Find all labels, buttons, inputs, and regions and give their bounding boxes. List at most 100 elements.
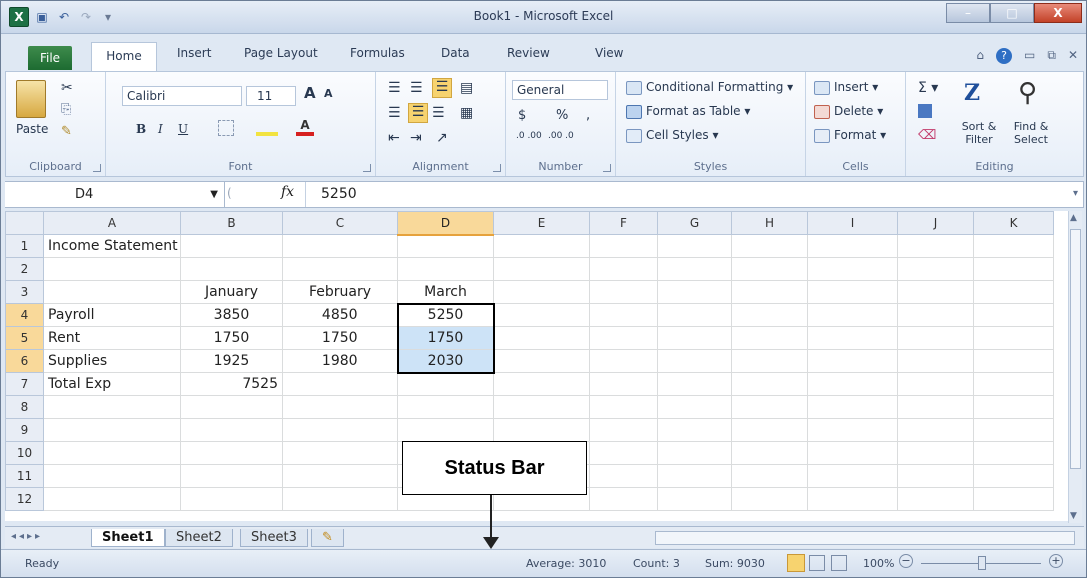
shrink-font-button[interactable]: A (324, 87, 333, 100)
number-launcher-icon[interactable] (603, 164, 611, 172)
cell[interactable] (807, 441, 898, 465)
cell[interactable] (589, 395, 658, 419)
maximize-button[interactable]: □ (990, 3, 1034, 23)
cell[interactable]: Supplies (43, 349, 181, 373)
cell[interactable] (731, 234, 808, 258)
cell[interactable] (589, 418, 658, 442)
decrease-decimal-button[interactable]: .00 .0 (548, 132, 578, 141)
cell[interactable] (493, 280, 590, 304)
row-header[interactable]: 6 (5, 349, 44, 373)
row-header[interactable]: 10 (5, 441, 44, 465)
cell[interactable] (282, 372, 398, 396)
cell[interactable] (493, 349, 590, 373)
align-left-icon[interactable]: ☰ (388, 105, 401, 121)
copy-icon[interactable]: ⎘ (61, 102, 71, 117)
cell[interactable] (731, 418, 808, 442)
cell[interactable] (282, 441, 398, 465)
cell[interactable] (43, 257, 181, 281)
cell[interactable]: 3850 (180, 303, 283, 327)
zoom-in-icon[interactable]: + (1049, 554, 1063, 568)
format-cells-button[interactable]: Format ▾ (814, 128, 886, 143)
horizontal-scrollbar[interactable] (655, 531, 1075, 545)
cell[interactable] (897, 464, 974, 488)
name-box-dropdown-icon[interactable]: ▼ (210, 189, 218, 200)
sheet-nav-icon[interactable]: ◂◂▸▸ (11, 531, 43, 542)
cell[interactable] (731, 395, 808, 419)
font-name-select[interactable]: Calibri (122, 86, 242, 106)
sort-filter-icon[interactable]: Z (964, 80, 984, 112)
paste-icon[interactable] (16, 80, 46, 118)
delete-cells-button[interactable]: Delete ▾ (814, 104, 883, 119)
cell[interactable] (807, 280, 898, 304)
page-layout-view-icon[interactable] (809, 555, 825, 571)
cell[interactable]: 1750 (396, 326, 495, 350)
cell[interactable] (180, 441, 283, 465)
cell[interactable] (731, 280, 808, 304)
minimize-ribbon-icon[interactable]: ⌂ (976, 48, 984, 64)
fill-color-icon[interactable] (256, 118, 278, 136)
sort-filter-button[interactable]: Sort & Filter (958, 120, 1000, 146)
italic-button[interactable]: I (158, 122, 163, 136)
row-header[interactable]: 12 (5, 487, 44, 511)
cell[interactable] (897, 234, 974, 258)
formula-input[interactable]: 5250 (321, 186, 357, 202)
cell[interactable] (493, 257, 590, 281)
cell[interactable] (589, 464, 658, 488)
tab-file[interactable]: File (28, 46, 72, 70)
paste-button[interactable]: Paste (16, 122, 48, 136)
cell[interactable] (180, 418, 283, 442)
cell[interactable] (589, 487, 658, 511)
cell[interactable] (589, 303, 658, 327)
underline-button[interactable]: U (178, 122, 188, 136)
font-size-select[interactable]: 11 (246, 86, 296, 106)
column-header-j[interactable]: J (897, 211, 974, 235)
cell[interactable] (897, 280, 974, 304)
cell[interactable] (807, 349, 898, 373)
cell[interactable] (657, 349, 732, 373)
column-header-g[interactable]: G (657, 211, 732, 235)
comma-button[interactable]: , (586, 108, 590, 123)
percent-button[interactable]: % (556, 108, 568, 123)
cell[interactable] (973, 395, 1054, 419)
cell[interactable] (657, 326, 732, 350)
workbook-close-icon[interactable]: ✕ (1068, 48, 1078, 64)
column-header-d[interactable]: D (397, 211, 494, 236)
cell[interactable]: 1750 (282, 326, 398, 350)
cell[interactable] (589, 349, 658, 373)
cell[interactable] (657, 418, 732, 442)
column-header-c[interactable]: C (282, 211, 398, 235)
cell[interactable] (973, 349, 1054, 373)
cell[interactable] (180, 464, 283, 488)
alignment-launcher-icon[interactable] (493, 164, 501, 172)
cell[interactable] (397, 257, 494, 281)
insert-cells-button[interactable]: Insert ▾ (814, 80, 878, 95)
find-select-icon[interactable]: ⚲ (1018, 78, 1037, 108)
cell[interactable]: 1925 (180, 349, 283, 373)
close-button[interactable]: X (1034, 3, 1082, 23)
format-painter-icon[interactable]: ✎ (61, 124, 72, 139)
cell[interactable] (397, 395, 494, 419)
cell[interactable] (397, 372, 494, 396)
cell[interactable] (657, 487, 732, 511)
zoom-out-icon[interactable]: − (899, 554, 913, 568)
cell[interactable] (973, 326, 1054, 350)
workbook-minimize-icon[interactable]: ▭ (1024, 48, 1035, 64)
align-bottom-icon[interactable]: ☰ (432, 78, 452, 98)
align-top-icon[interactable]: ☰ (388, 80, 401, 96)
normal-view-icon[interactable] (787, 554, 805, 572)
row-header[interactable]: 5 (5, 326, 44, 350)
cell[interactable] (180, 234, 283, 258)
column-header-e[interactable]: E (493, 211, 590, 235)
align-right-icon[interactable]: ☰ (432, 105, 445, 121)
column-header-b[interactable]: B (180, 211, 283, 235)
increase-decimal-button[interactable]: .0 .00 (516, 132, 546, 141)
row-header[interactable]: 7 (5, 372, 44, 396)
cell[interactable] (43, 395, 181, 419)
autosum-button[interactable]: Σ ▾ (918, 80, 938, 96)
row-header[interactable]: 4 (5, 303, 44, 327)
help-icon[interactable]: ? (996, 48, 1013, 64)
cell[interactable] (493, 234, 590, 258)
clipboard-launcher-icon[interactable] (93, 164, 101, 172)
cell[interactable] (807, 257, 898, 281)
cell[interactable] (973, 441, 1054, 465)
